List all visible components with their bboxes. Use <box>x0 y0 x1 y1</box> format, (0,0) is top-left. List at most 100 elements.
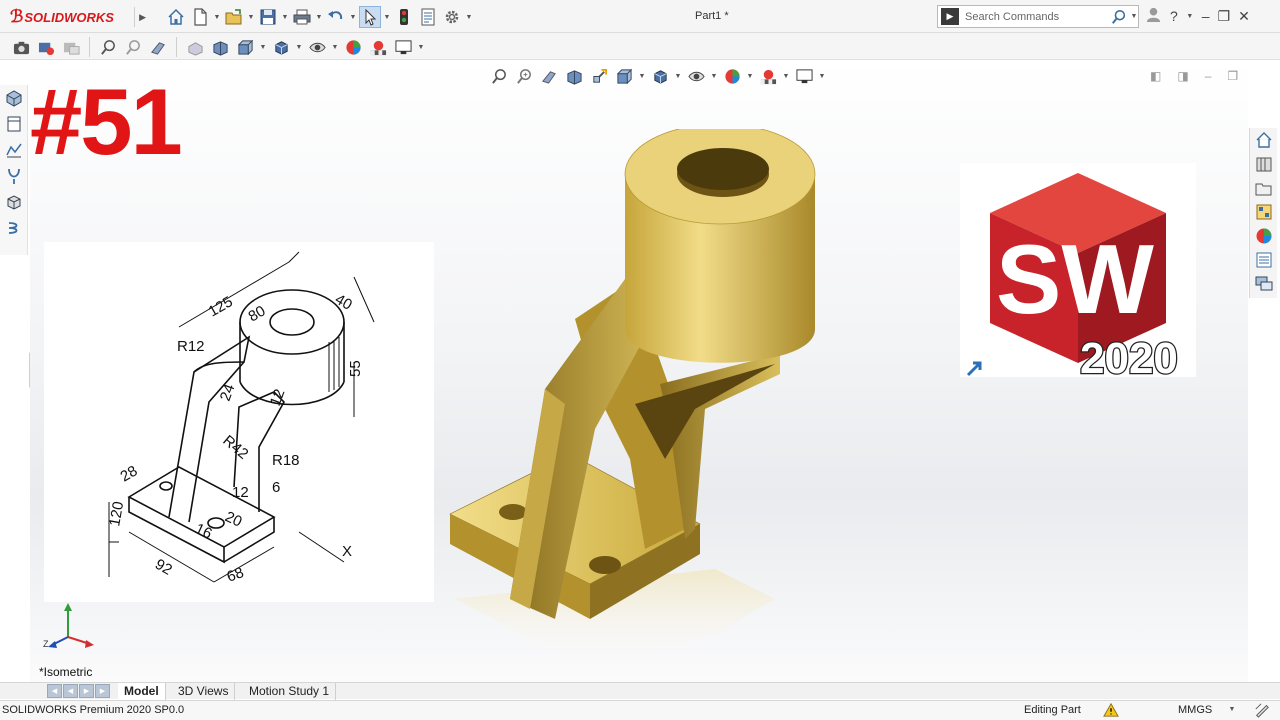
design-library-icon[interactable] <box>1250 152 1278 176</box>
hud-zoom-to-fit-icon[interactable] <box>488 65 510 87</box>
viewport-split-right-icon[interactable]: ◨ <box>1177 69 1188 83</box>
dynamic-annotation-icon[interactable] <box>209 36 231 58</box>
display-style-icon[interactable] <box>270 36 292 58</box>
zoom-area-icon[interactable] <box>122 36 144 58</box>
new-dropdown-icon[interactable]: ▼ <box>213 14 221 21</box>
select-dropdown-icon[interactable]: ▼ <box>383 14 391 21</box>
unit-dropdown-icon[interactable]: ▼ <box>1228 706 1236 713</box>
minimize-button[interactable]: – <box>1202 8 1210 24</box>
open-folder-icon[interactable] <box>223 6 245 28</box>
hud-dynamic-annotation-icon[interactable] <box>588 65 610 87</box>
search-dropdown-icon[interactable]: ▼ <box>1130 13 1138 20</box>
hud-hide-show-icon[interactable] <box>685 65 707 87</box>
previous-view-icon[interactable] <box>147 36 169 58</box>
user-account-icon[interactable] <box>1145 6 1162 26</box>
camera-icon[interactable] <box>10 36 32 58</box>
hud-view-settings-icon[interactable] <box>793 65 815 87</box>
help-dropdown-icon[interactable]: ▼ <box>1186 13 1194 20</box>
print-dropdown-icon[interactable]: ▼ <box>315 14 323 21</box>
tab-motion-study[interactable]: Motion Study 1 <box>243 683 337 700</box>
hud-hide-dropdown-icon[interactable]: ▼ <box>710 73 718 80</box>
apply-scene-icon[interactable] <box>367 36 389 58</box>
hud-section-view-icon[interactable] <box>563 65 585 87</box>
search-commands-box[interactable]: ▶ Search Commands ▼ <box>937 5 1139 28</box>
home-icon[interactable] <box>165 6 187 28</box>
hide-show-items-icon[interactable] <box>306 36 328 58</box>
solidworks-forum-icon[interactable] <box>1250 272 1278 296</box>
view-settings-dropdown-icon[interactable]: ▼ <box>417 44 425 51</box>
hud-scene-dropdown-icon[interactable]: ▼ <box>782 73 790 80</box>
view-orientation-dropdown-icon[interactable]: ▼ <box>259 44 267 51</box>
search-input[interactable]: Search Commands <box>965 11 1108 23</box>
restore-button[interactable]: ❐ <box>1218 8 1231 25</box>
options-gear-icon[interactable] <box>441 6 463 28</box>
configuration-manager-tab-icon[interactable] <box>0 137 28 163</box>
hud-orientation-dropdown-icon[interactable]: ▼ <box>638 73 646 80</box>
hud-display-style-icon[interactable] <box>649 65 671 87</box>
view-orientation-icon[interactable] <box>234 36 256 58</box>
display-manager-tab-icon[interactable] <box>0 189 28 215</box>
tab-model[interactable]: Model <box>118 683 166 700</box>
hide-show-dropdown-icon[interactable]: ▼ <box>331 44 339 51</box>
hud-edit-appearance-icon[interactable] <box>721 65 743 87</box>
dimxpert-manager-tab-icon[interactable] <box>0 163 28 189</box>
zoom-to-fit-icon[interactable] <box>97 36 119 58</box>
view-palette-icon[interactable] <box>1250 200 1278 224</box>
rebuild-warning-icon[interactable] <box>1102 702 1120 720</box>
toolbar-separator <box>176 37 177 57</box>
section-view-icon[interactable] <box>184 36 206 58</box>
save-dropdown-icon[interactable]: ▼ <box>281 14 289 21</box>
menu-expand-icon[interactable]: ▶ <box>134 7 146 27</box>
dim-label: 16 <box>192 520 214 542</box>
hud-appearance-dropdown-icon[interactable]: ▼ <box>746 73 754 80</box>
viewport-split-left-icon[interactable]: ◧ <box>1150 69 1161 83</box>
undo-dropdown-icon[interactable]: ▼ <box>349 14 357 21</box>
hud-zoom-area-icon[interactable] <box>513 65 535 87</box>
feature-manager-tabs <box>0 85 28 255</box>
tab-3d-views[interactable]: 3D Views <box>172 683 236 700</box>
customize-status-icon[interactable] <box>1254 702 1270 720</box>
solidworks-logo[interactable]: ℬ SOLIDWORKS <box>10 6 114 28</box>
hud-previous-view-icon[interactable] <box>538 65 560 87</box>
command-prompt-icon[interactable]: ▶ <box>941 8 959 25</box>
record-icon[interactable] <box>35 36 57 58</box>
hud-settings-dropdown-icon[interactable]: ▼ <box>818 73 826 80</box>
first-tab-icon[interactable]: ◀ <box>47 684 62 698</box>
open-dropdown-icon[interactable]: ▼ <box>247 14 255 21</box>
model-tabs-bar: ◀ ◀ ▶ ▶ Model 3D Views Motion Study 1 <box>0 682 1280 700</box>
viewport-minimize-button[interactable]: – <box>1205 69 1212 83</box>
file-properties-icon[interactable] <box>417 6 439 28</box>
select-arrow-icon[interactable] <box>359 6 381 28</box>
new-document-icon[interactable] <box>189 6 211 28</box>
display-style-dropdown-icon[interactable]: ▼ <box>295 44 303 51</box>
part-3d-model[interactable] <box>445 129 835 682</box>
graphics-area[interactable]: ▼ ▼ ▼ ▼ ▼ ▼ ◧ ◨ – ❐ ✕ #51 <box>30 61 1248 682</box>
dim-label: 80 <box>246 302 269 325</box>
previous-tab-icon[interactable]: ◀ <box>63 684 78 698</box>
hud-display-dropdown-icon[interactable]: ▼ <box>674 73 682 80</box>
help-button[interactable]: ? <box>1170 8 1178 24</box>
rebuild-traffic-light-icon[interactable] <box>393 6 415 28</box>
viewport-restore-button[interactable]: ❐ <box>1227 69 1238 83</box>
save-icon[interactable] <box>257 6 279 28</box>
unit-system[interactable]: MMGS <box>1178 704 1212 716</box>
last-tab-icon[interactable]: ▶ <box>95 684 110 698</box>
close-button[interactable]: ✕ <box>1238 8 1250 25</box>
appearances-scenes-icon[interactable] <box>1250 224 1278 248</box>
file-explorer-icon[interactable] <box>1250 176 1278 200</box>
custom-properties-icon[interactable] <box>1250 248 1278 272</box>
screen-capture-icon[interactable] <box>60 36 82 58</box>
property-manager-tab-icon[interactable] <box>0 111 28 137</box>
cam-manager-tab-icon[interactable] <box>0 215 28 241</box>
options-dropdown-icon[interactable]: ▼ <box>465 14 473 21</box>
view-settings-icon[interactable] <box>392 36 414 58</box>
edit-appearance-icon[interactable] <box>342 36 364 58</box>
hud-apply-scene-icon[interactable] <box>757 65 779 87</box>
undo-icon[interactable] <box>325 6 347 28</box>
search-icon[interactable] <box>1108 7 1130 27</box>
next-tab-icon[interactable]: ▶ <box>79 684 94 698</box>
print-icon[interactable] <box>291 6 313 28</box>
feature-tree-tab-icon[interactable] <box>0 85 28 111</box>
hud-view-orientation-icon[interactable] <box>613 65 635 87</box>
solidworks-resources-icon[interactable] <box>1250 128 1278 152</box>
